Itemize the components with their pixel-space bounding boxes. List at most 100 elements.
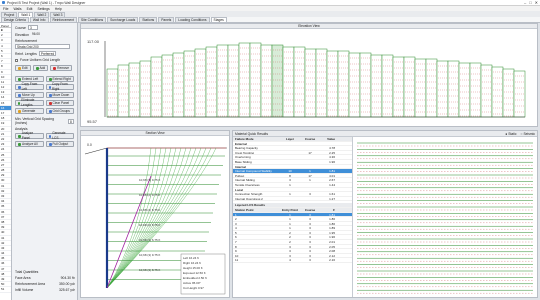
menu-edit[interactable]: Edit [27, 7, 33, 11]
elevation-panel-block[interactable] [106, 68, 119, 118]
elevation-panel-block[interactable] [172, 52, 185, 118]
elevation-panel-block[interactable] [447, 60, 460, 118]
radio-static[interactable]: ● Static [505, 132, 516, 136]
lcs-icon [48, 134, 52, 138]
section-info-line: Cut Height 0.97 [183, 286, 204, 290]
elevation-top-label: 117.00 [87, 39, 100, 44]
section-view[interactable]: Section View 0.0 10,68 (3) 9.75 ft 10,68 … [80, 130, 230, 298]
menu-file[interactable]: File [3, 7, 8, 11]
elevation-panel-block[interactable] [150, 56, 163, 118]
lcs-row[interactable]: 11 4 3 2.16 [233, 258, 352, 264]
copy-from-left-button[interactable]: Copy From Left [15, 82, 44, 91]
radio-seismic[interactable]: ○ Seismic [521, 132, 535, 136]
elevation-panel-block[interactable] [436, 60, 449, 118]
elevation-panel-block[interactable] [337, 50, 350, 118]
force-uniform-checkbox[interactable] [15, 58, 18, 62]
menu-walls[interactable]: Walls [13, 7, 21, 11]
copy-from-right-button[interactable]: Copy From Right [45, 82, 74, 91]
elevation-panel-block[interactable] [480, 64, 493, 118]
tab-site-conditions[interactable]: Site Conditions [77, 17, 107, 22]
quick-results-table: Failure Mode Layer Course Value External Bea… [233, 137, 353, 297]
analyze-panel-button[interactable]: Analyze Panel [15, 131, 44, 140]
section-top-label: 0.0 [87, 143, 92, 147]
section-canvas[interactable]: 0.0 10,68 (3) 9.75 ft 10,68 (2) 9.75 ft 10… [81, 136, 229, 297]
edit-button[interactable]: Edit [15, 65, 31, 71]
reinforcement-label: Reinforcement [15, 39, 38, 43]
add-button[interactable]: Add [32, 65, 49, 71]
reinf-lengths-select[interactable]: Preferred [38, 51, 57, 56]
force-uniform-label: Force Uniform Grid Length [20, 58, 61, 62]
face-area-value: 904.30 ft² [60, 276, 75, 280]
move-down-button[interactable]: Move Down [45, 92, 74, 98]
clear-icon [48, 101, 52, 105]
results-graph-area[interactable] [353, 137, 537, 297]
elevation-panel-block[interactable] [161, 54, 174, 118]
panel-list-item[interactable]: 51 [0, 287, 11, 293]
section-info-line: Active 95.00° [183, 281, 202, 285]
tab-stations[interactable]: Stations [139, 17, 158, 22]
generate-icon [18, 109, 21, 113]
results-row[interactable]: Internal Overstress 2 1.27 [233, 197, 352, 202]
elevation-panel-block[interactable] [117, 64, 130, 118]
section-level-label: 10,68 (2) 8.75 ft [139, 208, 160, 212]
remove-icon [53, 66, 57, 70]
elevation-panel-block[interactable] [381, 54, 394, 118]
elevation-panel-block[interactable] [359, 52, 372, 118]
arrow-up-icon [18, 93, 21, 97]
elevation-panel-block[interactable] [326, 50, 339, 118]
elevation-panel-block[interactable] [260, 44, 273, 118]
tab-wall-info[interactable]: Wall Info [29, 17, 49, 22]
elevation-panel-block[interactable] [139, 60, 152, 118]
elevation-panel-block[interactable] [348, 52, 361, 118]
elevation-panel-block[interactable] [491, 66, 504, 118]
full-output-button[interactable]: Full Output [45, 141, 74, 147]
analyze-all-button[interactable]: Analyze All [15, 141, 44, 147]
elevation-panel-block[interactable] [469, 62, 482, 118]
menu-help[interactable]: Help [55, 7, 62, 11]
tab-design-criteria[interactable]: Design Criteria [1, 17, 29, 22]
course-input[interactable]: 3 [27, 25, 38, 30]
elevation-panel-block[interactable] [216, 44, 229, 118]
min-spacing-input[interactable]: 8 [68, 118, 74, 124]
elevation-panel-block[interactable] [403, 56, 416, 118]
section-level-label: 10,68 (3) 9.75 ft [139, 178, 160, 182]
copy-icon [18, 85, 21, 89]
elevation-bottom-label: 95.57 [87, 119, 98, 124]
tab-reinforcement[interactable]: Reinforcement [49, 17, 77, 22]
reinforcement-select[interactable]: Strata Grid 200 [15, 44, 70, 49]
elevation-canvas[interactable]: 117.00 95.57 [81, 29, 537, 126]
elevation-panel-block[interactable] [304, 48, 317, 118]
elevation-panel-block[interactable] [227, 44, 240, 118]
elevation-label: Elevation [15, 32, 29, 37]
min-spacing-label: Min. Vertical Grid Spacing (Inches) [15, 117, 55, 125]
eliminate-lengths-button[interactable]: Eliminate Lengths [15, 98, 44, 107]
face-area-label: Face Area [15, 276, 31, 280]
tab-surcharge-loads[interactable]: Surcharge Loads [107, 17, 139, 22]
grid-groups-icon [48, 109, 52, 113]
generate-button[interactable]: Generate [15, 108, 44, 114]
elevation-panel-block[interactable] [392, 56, 405, 118]
elevation-panel-block[interactable] [271, 44, 284, 118]
section-level-label: 10,68 (3) 8.75 ft [139, 268, 160, 272]
tab-loading-conditions[interactable]: Loading Conditions [175, 17, 210, 22]
clear-panel-button[interactable]: Clear Panel [45, 100, 74, 106]
elevation-panel-block[interactable] [194, 48, 207, 118]
elevation-panel-block[interactable] [315, 48, 328, 118]
elevation-panel-block[interactable] [370, 54, 383, 118]
menu-settings[interactable]: Settings [37, 7, 49, 11]
analyze-icon [18, 134, 21, 138]
section-level-label: 10,68 (3) 9.75 ft [139, 253, 160, 257]
grid-groups-button[interactable]: Grid Groups [45, 108, 74, 114]
remove-button[interactable]: Remove [50, 65, 73, 71]
elevation-panel-block[interactable] [502, 68, 515, 118]
tab-panels[interactable]: Panels [158, 17, 175, 22]
pencil-icon [18, 66, 21, 70]
generate-lcs-button[interactable]: Generate LCS [45, 131, 74, 140]
elevation-panel-block[interactable] [128, 62, 141, 118]
elevation-panel-block[interactable] [183, 50, 196, 118]
elevation-panel-block[interactable] [458, 62, 471, 118]
tab-stages[interactable]: Stages [210, 17, 227, 22]
copy-icon [48, 85, 51, 89]
arrow-left-icon [18, 77, 21, 81]
elevation-view[interactable]: Elevation View 117.00 95.57 [80, 23, 538, 127]
